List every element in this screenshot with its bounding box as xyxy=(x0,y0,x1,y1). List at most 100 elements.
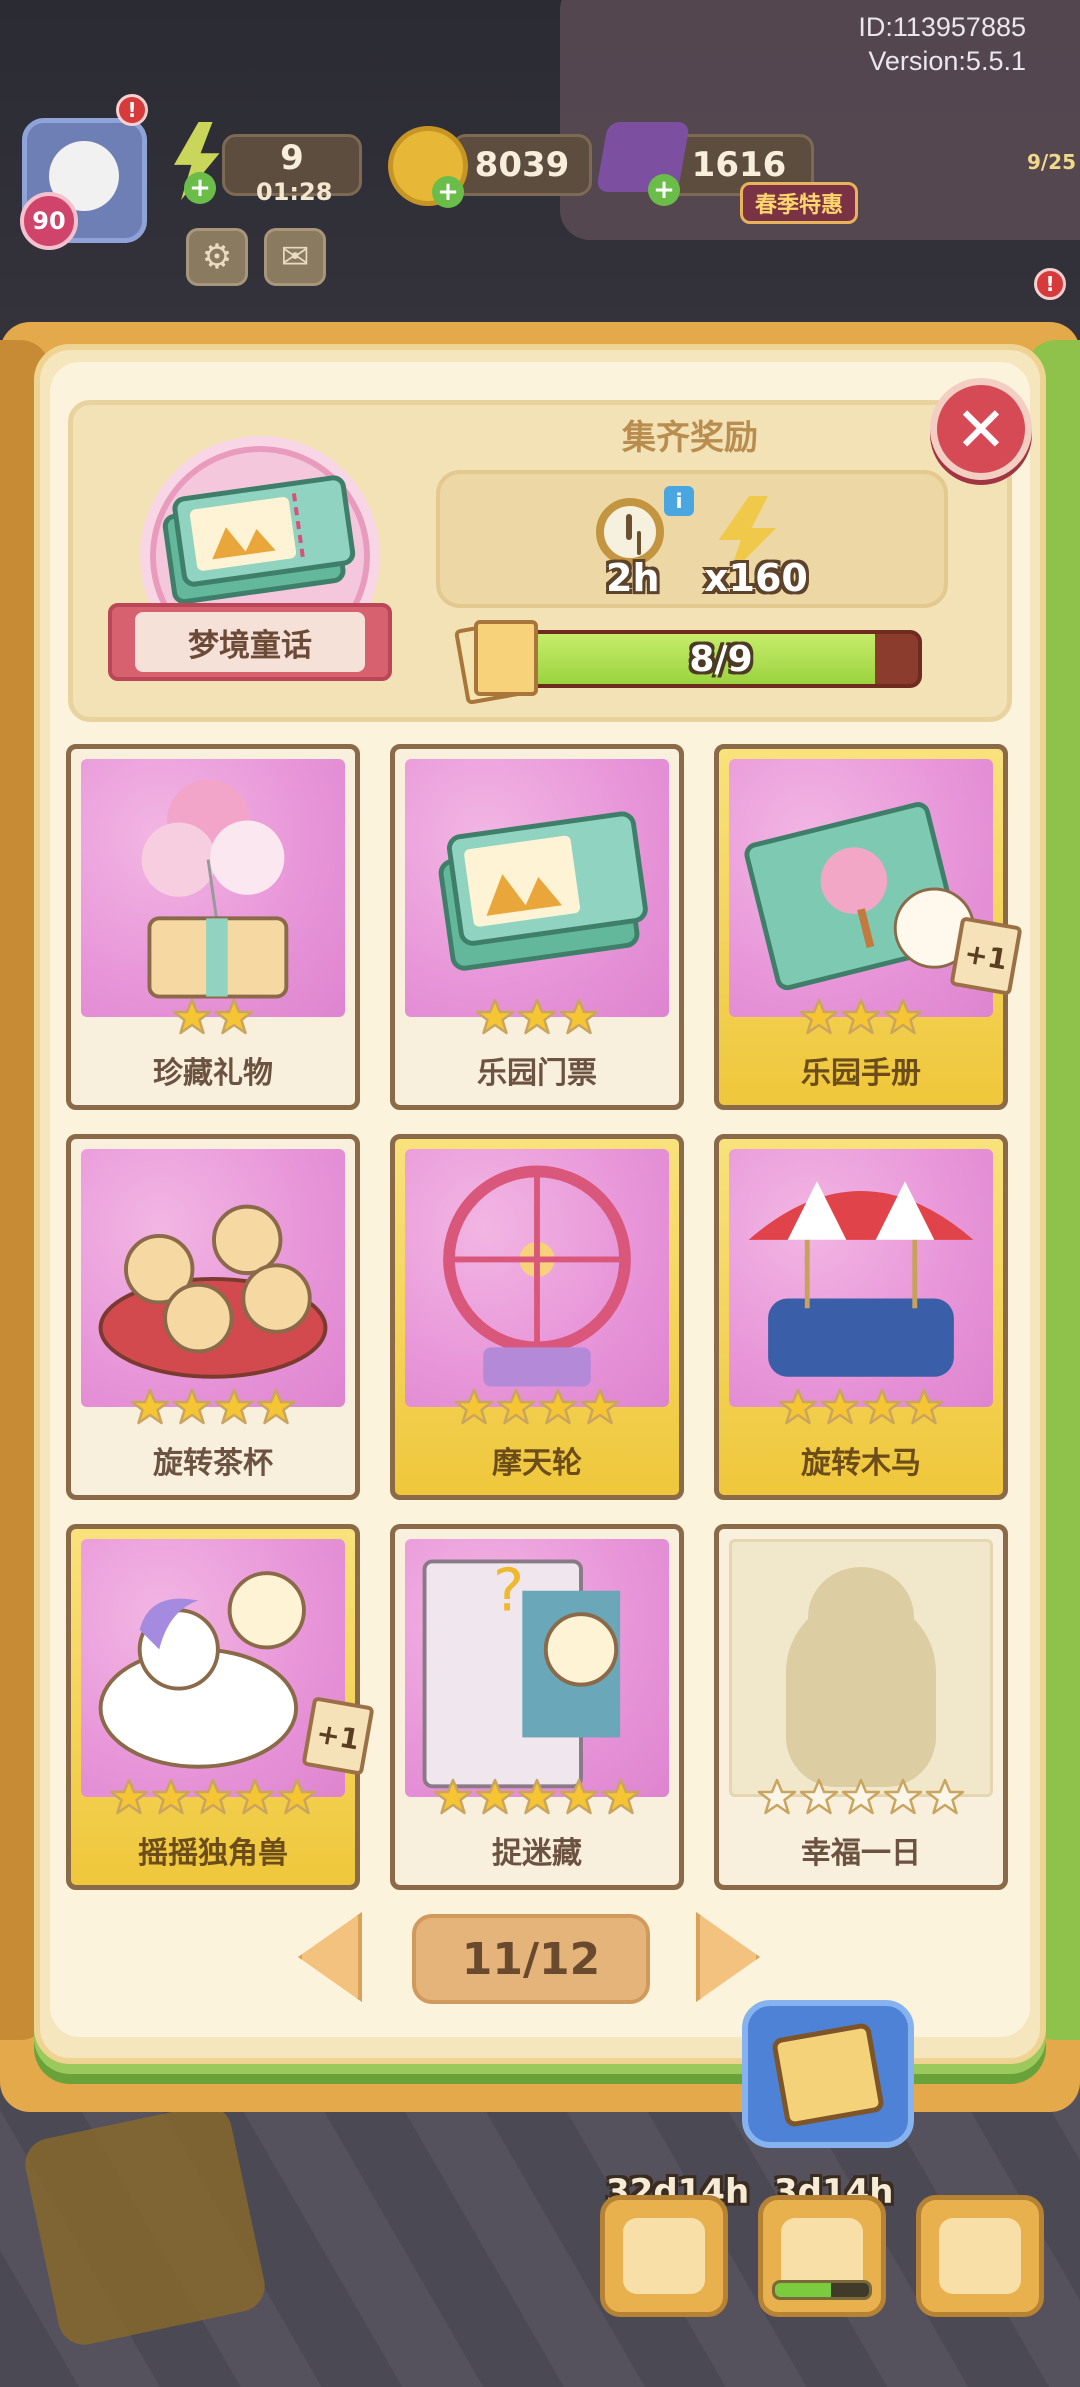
star-empty-icon xyxy=(883,1777,923,1817)
svg-text:?: ? xyxy=(493,1556,524,1624)
event-button-friends[interactable] xyxy=(916,2195,1044,2317)
card-teacups[interactable]: 旋转茶杯 xyxy=(66,1134,360,1500)
gem-value: 1616 xyxy=(691,145,787,185)
star-filled-icon xyxy=(130,1387,170,1427)
card-happy-day-locked[interactable]: 幸福一日 xyxy=(714,1524,1008,1890)
star-filled-icon xyxy=(820,1387,860,1427)
card-ticket[interactable]: 乐园门票 xyxy=(390,744,684,1110)
card-art xyxy=(81,1149,345,1407)
album-name-ribbon: 梦境童话 xyxy=(108,603,392,681)
card-handbook[interactable]: 乐园手册 +1 xyxy=(714,744,1023,1110)
star-filled-icon xyxy=(862,1387,902,1427)
star-filled-icon xyxy=(151,1777,191,1817)
card-art xyxy=(405,1149,669,1407)
star-filled-icon xyxy=(475,1777,515,1817)
star-filled-icon xyxy=(172,997,212,1037)
season-sale-tag[interactable]: 春季特惠 xyxy=(740,182,859,224)
coin-value: 8039 xyxy=(474,145,570,185)
star-filled-icon xyxy=(517,997,557,1037)
carousel-icon xyxy=(748,1181,974,1377)
ferris-wheel-icon xyxy=(443,1165,631,1387)
card-carousel[interactable]: 旋转木马 xyxy=(714,1134,1008,1500)
avatar-alert-icon: ! xyxy=(116,94,148,126)
info-icon[interactable]: i xyxy=(664,486,694,516)
reward-title: 集齐奖励 xyxy=(622,418,758,458)
event-button-left[interactable] xyxy=(600,2195,728,2317)
card-name: 珍藏礼物 xyxy=(153,1056,273,1091)
ticket-card-icon xyxy=(438,811,648,971)
card-stars xyxy=(71,997,355,1037)
energy-value: 9 xyxy=(280,138,304,178)
card-name: 旋转木马 xyxy=(801,1446,921,1481)
reward-time: 2h xyxy=(606,556,660,600)
star-filled-icon xyxy=(214,1387,254,1427)
star-filled-icon xyxy=(601,1777,641,1817)
card-name: 乐园手册 xyxy=(801,1056,921,1091)
duplicate-plus-one-badge: +1 xyxy=(301,1696,375,1776)
player-id: ID:113957885 xyxy=(858,12,1026,42)
album-name: 梦境童话 xyxy=(135,612,365,672)
card-grid: 珍藏礼物 乐园门票 乐园手册 +1 旋转茶杯 摩天轮 旋转木马 摇摇独角兽 +1… xyxy=(66,744,1023,1896)
locked-silhouette-icon xyxy=(786,1567,936,1787)
card-name: 幸福一日 xyxy=(801,1836,921,1871)
star-filled-icon xyxy=(214,997,254,1037)
album-progress-label: 8/9 xyxy=(689,638,753,680)
card-name: 摇摇独角兽 xyxy=(138,1836,288,1871)
energy-add-button[interactable]: + xyxy=(184,172,216,204)
card-art xyxy=(81,759,345,1017)
page-indicator: 11/12 xyxy=(412,1914,650,2004)
card-stars xyxy=(719,1777,1003,1817)
close-button[interactable]: ✕ xyxy=(930,378,1032,480)
background-energy-tile xyxy=(20,2100,270,2350)
coin-counter[interactable]: 8039 xyxy=(452,134,592,196)
gear-icon: ⚙ xyxy=(201,237,233,277)
card-name: 乐园门票 xyxy=(477,1056,597,1091)
card-hide-and-seek[interactable]: ? 捉迷藏 xyxy=(390,1524,684,1890)
card-name: 捉迷藏 xyxy=(492,1836,582,1871)
card-art: ? xyxy=(405,1539,669,1797)
side-alert-icon: ! xyxy=(1034,268,1066,300)
card-ferris-wheel[interactable]: 摩天轮 xyxy=(390,1134,684,1500)
card-art xyxy=(729,1539,993,1797)
envelope-icon xyxy=(770,2022,886,2128)
duplicate-plus-one-badge: +1 xyxy=(949,916,1023,996)
star-filled-icon xyxy=(883,997,923,1037)
reward-energy: x160 xyxy=(704,556,808,600)
card-stars xyxy=(71,1387,355,1427)
star-filled-icon xyxy=(277,1777,317,1817)
coin-add-button[interactable]: + xyxy=(432,176,464,208)
star-empty-icon xyxy=(925,1777,965,1817)
star-filled-icon xyxy=(559,997,599,1037)
player-info: ID:113957885 Version:5.5.1 xyxy=(858,10,1026,78)
card-stars xyxy=(395,997,679,1037)
ticket-icon xyxy=(162,475,356,605)
star-filled-icon xyxy=(559,1777,599,1817)
star-empty-icon xyxy=(841,1777,881,1817)
card-art xyxy=(405,759,669,1017)
card-art xyxy=(729,1149,993,1407)
card-stars xyxy=(719,997,1003,1037)
star-filled-icon xyxy=(538,1387,578,1427)
energy-timer: 01:28 xyxy=(256,178,333,206)
star-filled-icon xyxy=(778,1387,818,1427)
card-stars xyxy=(719,1387,1003,1427)
card-gift[interactable]: 珍藏礼物 xyxy=(66,744,360,1110)
card-stack-icon xyxy=(453,618,542,705)
side-event-counter: 9/25 xyxy=(1026,150,1076,174)
star-filled-icon xyxy=(109,1777,149,1817)
gem-add-button[interactable]: + xyxy=(648,174,680,206)
mail-icon: ✉ xyxy=(280,237,310,277)
balloon-gift-icon xyxy=(141,779,289,999)
settings-button[interactable]: ⚙ xyxy=(186,228,248,286)
star-filled-icon xyxy=(235,1777,275,1817)
wardrobe-icon: ? xyxy=(422,1556,621,1789)
card-stars xyxy=(71,1777,355,1817)
mail-button[interactable]: ✉ xyxy=(264,228,326,286)
event-progress-bar xyxy=(772,2280,872,2300)
version-text: Version:5.5.1 xyxy=(868,46,1026,76)
card-unicorn[interactable]: 摇摇独角兽 +1 xyxy=(66,1524,375,1890)
star-filled-icon xyxy=(433,1777,473,1817)
card-collection-button[interactable] xyxy=(742,2000,914,2148)
friends-icon xyxy=(939,2218,1021,2294)
star-filled-icon xyxy=(799,997,839,1037)
